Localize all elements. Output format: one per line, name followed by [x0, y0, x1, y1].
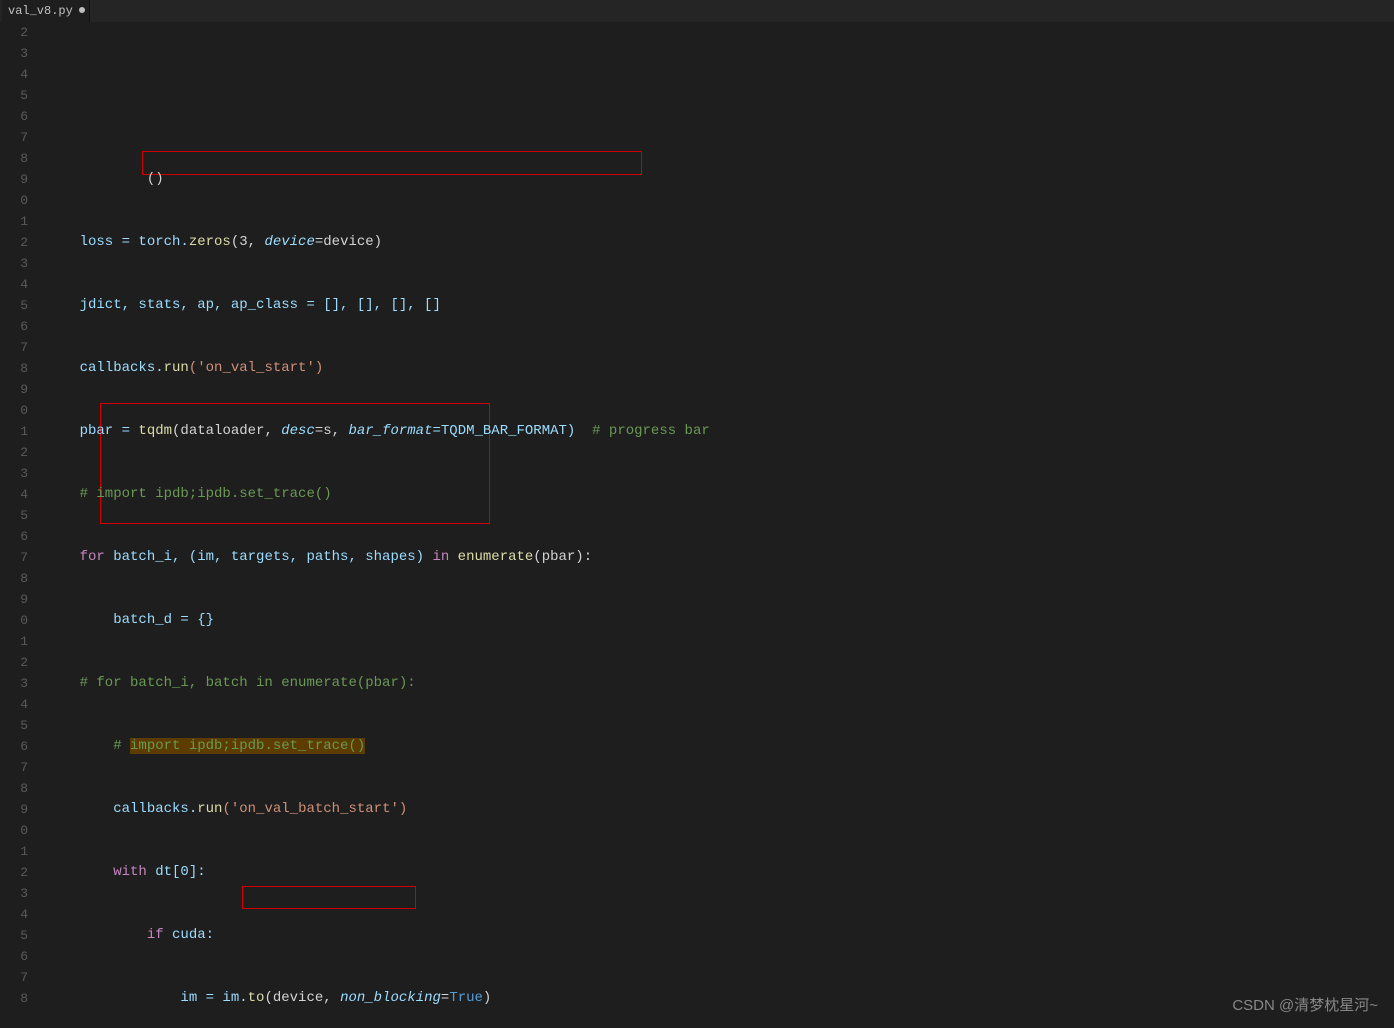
- highlight-box-3: [242, 886, 416, 909]
- line-number: 0: [0, 400, 28, 421]
- line-number: 8: [0, 778, 28, 799]
- line-number: 7: [0, 757, 28, 778]
- file-tab[interactable]: val_v8.py: [2, 0, 90, 22]
- line-number: 4: [0, 64, 28, 85]
- line-number: 5: [0, 295, 28, 316]
- line-number: 3: [0, 253, 28, 274]
- unsaved-dot-icon: [79, 7, 85, 13]
- watermark-label: CSDN @清梦枕星河~: [1232, 995, 1378, 1016]
- line-number: 6: [0, 316, 28, 337]
- tab-filename: val_v8.py: [8, 4, 73, 18]
- line-number: 7: [0, 967, 28, 988]
- line-number: 5: [0, 925, 28, 946]
- line-number: 2: [0, 862, 28, 883]
- line-number: 3: [0, 883, 28, 904]
- line-number: 4: [0, 484, 28, 505]
- line-number: 5: [0, 505, 28, 526]
- line-number: 6: [0, 946, 28, 967]
- line-number: 3: [0, 43, 28, 64]
- line-number: 8: [0, 358, 28, 379]
- line-number: 2: [0, 22, 28, 43]
- line-number: 6: [0, 526, 28, 547]
- line-number: 1: [0, 421, 28, 442]
- line-number: 0: [0, 820, 28, 841]
- line-number: 6: [0, 736, 28, 757]
- line-number: 5: [0, 715, 28, 736]
- line-number: 1: [0, 211, 28, 232]
- line-number: 1: [0, 841, 28, 862]
- code-editor[interactable]: 2345678901234567890123456789012345678901…: [0, 22, 1394, 1028]
- line-number: 2: [0, 442, 28, 463]
- line-number: 4: [0, 904, 28, 925]
- line-number: 0: [0, 610, 28, 631]
- line-number: 6: [0, 106, 28, 127]
- line-number: 1: [0, 631, 28, 652]
- line-number: 3: [0, 463, 28, 484]
- line-number: 2: [0, 652, 28, 673]
- tab-bar: val_v8.py: [0, 0, 1394, 22]
- line-number-gutter: 2345678901234567890123456789012345678901…: [0, 22, 46, 1028]
- line-number: 4: [0, 694, 28, 715]
- line-number: 9: [0, 799, 28, 820]
- line-number: 7: [0, 547, 28, 568]
- line-number: 2: [0, 232, 28, 253]
- line-number: 4: [0, 274, 28, 295]
- line-number: 0: [0, 190, 28, 211]
- line-number: 8: [0, 988, 28, 1009]
- line-number: 7: [0, 337, 28, 358]
- line-number: 5: [0, 85, 28, 106]
- line-number: 3: [0, 673, 28, 694]
- line-number: 9: [0, 169, 28, 190]
- line-number: 7: [0, 127, 28, 148]
- code-area[interactable]: () loss = torch.zeros(3, device=device) …: [46, 22, 1394, 1028]
- line-number: 9: [0, 589, 28, 610]
- line-number: 8: [0, 568, 28, 589]
- line-number: 8: [0, 148, 28, 169]
- line-number: 9: [0, 379, 28, 400]
